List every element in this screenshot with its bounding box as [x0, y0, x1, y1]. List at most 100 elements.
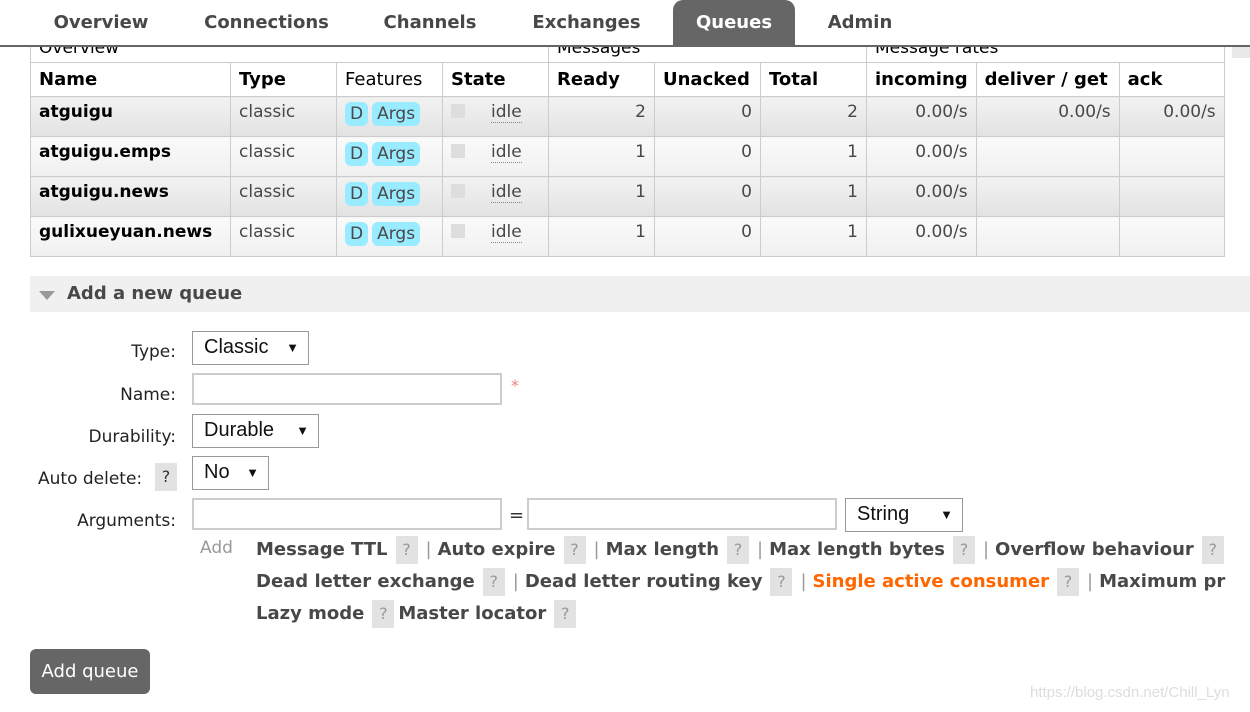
watermark: https://blog.csdn.net/Chill_Lyn: [1030, 684, 1230, 701]
deliver-get-rate: [975, 136, 1120, 177]
argument-shortcut-link[interactable]: Dead letter exchange: [256, 571, 475, 592]
separator: |: [593, 539, 600, 560]
state-text: idle: [491, 102, 522, 123]
help-icon[interactable]: ?: [727, 536, 750, 564]
durability-value: Durable: [204, 419, 275, 441]
tab-exchanges[interactable]: Exchanges: [515, 0, 658, 45]
feature-badge: D: [345, 142, 369, 166]
help-icon[interactable]: ?: [482, 568, 505, 596]
argument-shortcut-link[interactable]: Master locator: [398, 603, 546, 624]
state-text: idle: [491, 182, 522, 203]
col-state[interactable]: State: [442, 62, 549, 97]
help-icon[interactable]: ?: [372, 600, 395, 628]
help-icon[interactable]: ?: [770, 568, 793, 596]
required-mark: *: [511, 376, 519, 395]
queue-features: D Args: [336, 136, 443, 177]
argument-shortcut-link[interactable]: Auto expire: [438, 539, 556, 560]
ack-rate: 0.00/s: [1118, 96, 1225, 137]
queue-state: idle: [442, 96, 549, 137]
help-icon[interactable]: ?: [395, 536, 418, 564]
argument-shortcut-link[interactable]: Single active consumer: [813, 571, 1050, 592]
total-count: 2: [760, 96, 867, 137]
help-icon[interactable]: ?: [563, 536, 586, 564]
help-icon[interactable]: ?: [952, 536, 975, 564]
argument-shortcut-link[interactable]: Overflow behaviour: [995, 539, 1194, 560]
auto-delete-select[interactable]: No ▼: [192, 456, 269, 490]
queue-name-link[interactable]: atguigu: [30, 96, 231, 137]
separator: |: [1087, 571, 1094, 592]
type-label: Type:: [131, 342, 176, 362]
state-indicator-icon: [451, 104, 465, 118]
col-unacked[interactable]: Unacked: [654, 62, 761, 97]
incoming-rate: 0.00/s: [866, 216, 977, 257]
incoming-rate: 0.00/s: [866, 96, 977, 137]
argument-type-value: String: [857, 503, 910, 525]
queue-features: D Args: [336, 216, 443, 257]
argument-shortcut-link[interactable]: Dead letter routing key: [525, 571, 763, 592]
tab-channels[interactable]: Channels: [365, 0, 495, 45]
add-queue-button[interactable]: Add queue: [30, 649, 150, 694]
feature-badge: D: [345, 102, 369, 126]
unacked-count: 0: [654, 216, 761, 257]
auto-delete-help-icon[interactable]: ?: [155, 463, 177, 491]
col-total[interactable]: Total: [760, 62, 867, 97]
col-ready[interactable]: Ready: [548, 62, 655, 97]
argument-shortcut-link[interactable]: Lazy mode: [256, 603, 364, 624]
tab-overview[interactable]: Overview: [30, 0, 172, 45]
durability-select[interactable]: Durable ▼: [192, 414, 319, 448]
section-title: Add a new queue: [67, 283, 243, 304]
ready-count: 1: [548, 136, 655, 177]
queue-type: classic: [230, 176, 337, 217]
argument-type-select[interactable]: String ▼: [845, 498, 963, 532]
queue-name-link[interactable]: atguigu.emps: [30, 136, 231, 177]
incoming-rate: 0.00/s: [866, 136, 977, 177]
help-icon[interactable]: ?: [554, 600, 577, 628]
help-icon[interactable]: ?: [1201, 536, 1224, 564]
name-input[interactable]: [192, 373, 502, 405]
ready-count: 2: [548, 96, 655, 137]
columns-toggle[interactable]: [1232, 46, 1250, 58]
col-ack[interactable]: ack: [1118, 62, 1225, 97]
top-nav: Overview Connections Channels Exchanges …: [0, 0, 1250, 47]
ready-count: 1: [548, 216, 655, 257]
incoming-rate: 0.00/s: [866, 176, 977, 217]
table-row: gulixueyuan.news classic D Args idle 1 0 …: [30, 216, 1225, 257]
col-type[interactable]: Type: [230, 62, 337, 97]
queue-name-link[interactable]: atguigu.news: [30, 176, 231, 217]
feature-badge: Args: [372, 142, 421, 166]
argument-value-input[interactable]: [527, 498, 837, 530]
argument-shortcut-link[interactable]: Message TTL: [256, 539, 388, 560]
col-incoming[interactable]: incoming: [866, 62, 977, 97]
queue-type: classic: [230, 96, 337, 137]
queue-features: D Args: [336, 96, 443, 137]
argument-shortcut-link[interactable]: Max length: [606, 539, 719, 560]
feature-badge: Args: [372, 102, 421, 126]
dropdown-arrow-icon: ▼: [246, 465, 259, 480]
unacked-count: 0: [654, 136, 761, 177]
queue-state: idle: [442, 176, 549, 217]
auto-delete-value: No: [204, 461, 230, 483]
tab-connections[interactable]: Connections: [185, 0, 348, 45]
argument-shortcut-link[interactable]: Maximum pr: [1099, 571, 1225, 592]
argument-shortcuts-row: Lazy mode? Master locator?: [256, 600, 580, 628]
total-count: 1: [760, 216, 867, 257]
separator: |: [982, 539, 990, 560]
add-queue-section-toggle[interactable]: Add a new queue: [30, 276, 1250, 312]
col-name[interactable]: Name: [30, 62, 231, 97]
table-row: atguigu.news classic D Args idle 1 0 1 0.…: [30, 176, 1225, 217]
separator: |: [800, 571, 807, 592]
queue-name-link[interactable]: gulixueyuan.news: [30, 216, 231, 257]
deliver-get-rate: [975, 176, 1120, 217]
tab-admin[interactable]: Admin: [810, 0, 910, 45]
help-icon[interactable]: ?: [1057, 568, 1080, 596]
argument-shortcut-link[interactable]: Max length bytes: [769, 539, 945, 560]
feature-badge: D: [345, 182, 369, 206]
col-deliver-get[interactable]: deliver / get: [975, 62, 1120, 97]
durability-label: Durability:: [88, 427, 176, 447]
ack-rate: [1118, 216, 1225, 257]
state-text: idle: [491, 222, 522, 243]
tab-queues[interactable]: Queues: [673, 0, 795, 45]
argument-key-input[interactable]: [192, 498, 502, 530]
type-select[interactable]: Classic ▼: [192, 331, 309, 365]
argument-shortcuts-row: Dead letter exchange? | Dead letter routin…: [256, 568, 1225, 596]
